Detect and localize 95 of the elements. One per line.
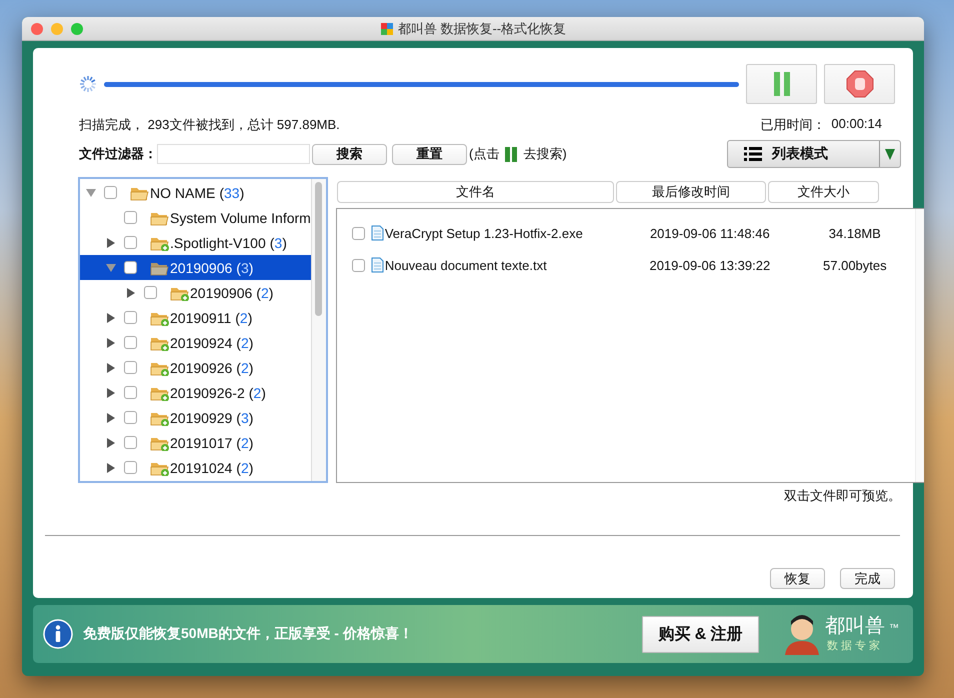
buy-register-button[interactable]: 购买 & 注册	[642, 616, 759, 652]
file-size: 57.00bytes	[822, 258, 888, 272]
stop-button[interactable]	[824, 64, 895, 104]
expand-arrow-icon[interactable]	[106, 362, 116, 372]
document-icon	[370, 257, 384, 273]
expand-arrow-icon[interactable]	[106, 438, 116, 448]
expand-arrow-icon[interactable]	[106, 412, 116, 422]
folder-name: 20191017 (2)	[170, 434, 254, 450]
minimize-button[interactable]	[51, 22, 63, 34]
stop-icon	[846, 70, 874, 98]
filter-label: 文件过滤器：	[79, 145, 157, 163]
folder-name: 20190926-2 (2)	[170, 384, 266, 400]
elapsed-label: 已用时间：	[760, 116, 826, 134]
file-name: Nouveau document texte.txt	[384, 258, 548, 272]
folder-name: 20190926 (2)	[170, 360, 254, 376]
checkbox[interactable]	[124, 311, 137, 324]
folder-name: System Volume Inform	[170, 210, 311, 226]
checkbox[interactable]	[124, 261, 137, 274]
tree-item[interactable]: 20191024 (2)	[80, 455, 311, 480]
expand-arrow-icon[interactable]	[106, 338, 116, 348]
tree-item[interactable]: NO NAME (33)	[80, 180, 311, 205]
pause-icon	[772, 71, 790, 97]
checkbox[interactable]	[124, 361, 137, 374]
expand-arrow-icon[interactable]	[106, 388, 116, 398]
column-header[interactable]: 文件大小	[768, 181, 879, 203]
document-icon	[370, 225, 384, 241]
tree-item[interactable]: 20190906 (3)	[80, 255, 311, 280]
caret-icon	[885, 148, 895, 160]
logo-subtitle: 数据专家	[827, 638, 883, 653]
checkbox[interactable]	[124, 386, 137, 399]
view-mode-dropdown[interactable]: 列表模式	[727, 140, 901, 168]
app-logo-icon	[380, 22, 394, 36]
filter-hint: 去搜索)	[523, 145, 567, 163]
tree-item[interactable]: 20191017 (2)	[80, 430, 311, 455]
tree-item[interactable]: 20190924 (2)	[80, 330, 311, 355]
scrollbar[interactable]	[310, 179, 326, 481]
tree-item[interactable]: 20190911 (2)	[80, 305, 311, 330]
folder-name: .Spotlight-V100 (3)	[170, 234, 287, 250]
filter-field[interactable]	[157, 144, 310, 164]
zoom-button[interactable]	[71, 22, 83, 34]
tree-item[interactable]: 20190926-2 (2)	[80, 380, 311, 405]
checkbox[interactable]	[144, 286, 157, 299]
pause-icon	[505, 146, 518, 162]
finish-button[interactable]: 完成	[840, 568, 895, 589]
expand-arrow-icon[interactable]	[106, 312, 116, 322]
expand-arrow-icon[interactable]	[106, 462, 116, 472]
file-name: VeraCrypt Setup 1.23-Hotfix-2.exe	[384, 226, 584, 240]
filter-hint: (点击	[469, 145, 500, 163]
checkbox[interactable]	[124, 211, 137, 224]
elapsed-time: 00:00:14	[831, 116, 882, 133]
checkbox[interactable]	[124, 461, 137, 474]
expand-arrow-icon[interactable]	[126, 288, 136, 298]
expand-arrow-icon[interactable]	[106, 238, 116, 248]
close-button[interactable]	[31, 22, 43, 34]
collapse-arrow-icon[interactable]	[86, 188, 96, 198]
file-size: 34.18MB	[828, 226, 882, 240]
modified-time: 2019-09-06 11:48:46	[648, 226, 771, 240]
logo-title: 都叫兽	[825, 615, 885, 635]
view-mode-label: 列表模式	[772, 145, 828, 163]
promo-message: 免费版仅能恢复50MB的文件，正版享受 - 价格惊喜！	[83, 625, 414, 643]
folder-name: 20190929 (3)	[170, 410, 254, 426]
scan-status: 扫描完成， 293文件被找到，总计 597.89MB.	[79, 116, 340, 134]
checkbox[interactable]	[352, 226, 365, 240]
spinner-icon	[79, 75, 97, 93]
preview-hint: 双击文件即可预览。	[783, 487, 901, 505]
column-header[interactable]: 最后修改时间	[616, 181, 766, 203]
folder-name: 20190911 (2)	[170, 310, 252, 326]
info-icon	[43, 619, 73, 649]
column-header[interactable]: 文件名	[336, 181, 614, 203]
trademark: ™	[889, 623, 899, 634]
checkbox[interactable]	[124, 436, 137, 449]
tree-item[interactable]: 20190929 (3)	[80, 405, 311, 430]
checkbox[interactable]	[104, 186, 117, 199]
checkbox[interactable]	[124, 411, 137, 424]
reset-button[interactable]: 重置	[392, 144, 467, 164]
window-title: 都叫兽 数据恢复--格式化恢复	[398, 20, 566, 38]
collapse-arrow-icon[interactable]	[106, 262, 116, 272]
tree-item[interactable]: System Volume Inform	[80, 205, 311, 230]
checkbox[interactable]	[124, 236, 137, 249]
tree-item[interactable]: .Spotlight-V100 (3)	[80, 230, 311, 255]
folder-name: 20190906 (2)	[190, 284, 274, 300]
mascot-drawing	[783, 613, 821, 655]
checkbox[interactable]	[124, 336, 137, 349]
folder-name: NO NAME (33)	[150, 184, 244, 200]
pause-button[interactable]	[746, 64, 817, 104]
tree-item[interactable]: 20190926 (2)	[80, 355, 311, 380]
folder-name: 20190906 (3)	[170, 260, 254, 276]
folder-name: 20190924 (2)	[170, 334, 254, 350]
tree-item[interactable]: 20190906 (2)	[80, 280, 311, 305]
folder-name: 20191024 (2)	[170, 460, 254, 476]
checkbox[interactable]	[352, 258, 365, 272]
modified-time: 2019-09-06 13:39:22	[648, 258, 772, 272]
list-icon	[744, 146, 762, 162]
search-button[interactable]: 搜索	[312, 144, 387, 164]
recover-button[interactable]: 恢复	[770, 568, 825, 589]
